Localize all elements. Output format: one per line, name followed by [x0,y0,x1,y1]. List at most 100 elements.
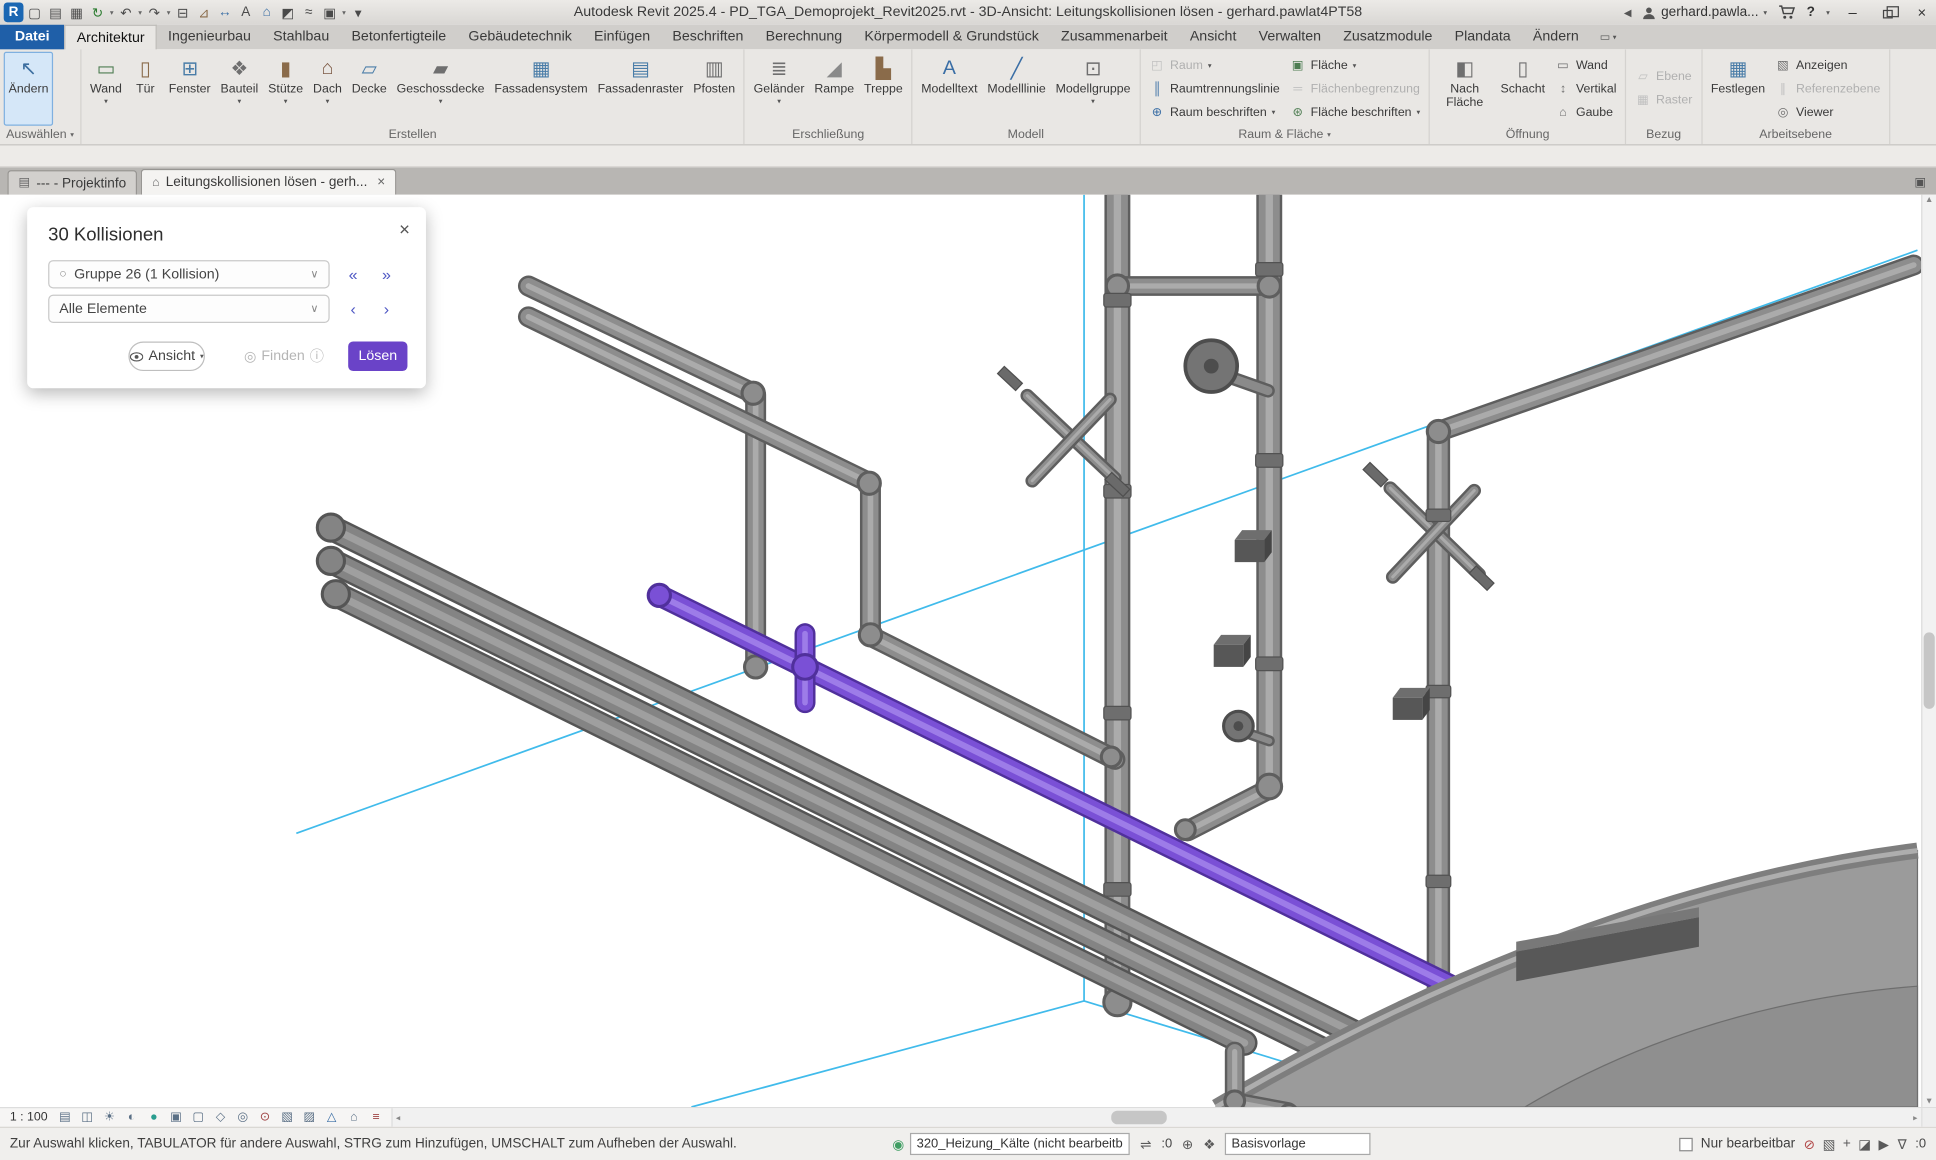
user-account-button[interactable]: gerhard.pawla... ▾ [1643,5,1768,20]
print-icon[interactable]: ⊟ [173,2,193,22]
qat-customize-icon[interactable]: ▾ [348,2,368,22]
pipe-coupling[interactable] [1426,875,1451,887]
ribbon-tab-berechnung[interactable]: Berechnung [754,25,853,50]
pipe-segment[interactable] [528,317,868,482]
ribbon-button-fassadensystem[interactable]: ▦Fassadensystem [489,52,592,126]
pipe-fitting[interactable] [745,656,767,678]
ribbon-button-vertikal[interactable]: ↕Vertikal [1553,78,1619,100]
vertical-scrollbar[interactable]: ▲ ▼ [1921,195,1936,1107]
temporary-view-properties-icon[interactable]: ▨ [300,1109,320,1126]
ribbon-button-wand[interactable]: ▭Wand [1553,54,1619,76]
restore-button[interactable] [1875,0,1898,25]
panel-label-raum-fläche[interactable]: Raum & Fläche▾ [1140,126,1429,144]
displacement-icon[interactable]: ⌂ [344,1109,364,1126]
collision-group-dropdown[interactable]: ○ Gruppe 26 (1 Kollision) ∨ [48,260,330,288]
ribbon-button-festlegen[interactable]: ▦Festlegen [1706,52,1770,126]
pipe-anchor-cube[interactable] [1235,530,1272,562]
ribbon-button-fläche[interactable]: ▣Fläche▾ [1287,54,1422,76]
ribbon-tab-datei[interactable]: Datei [0,25,64,50]
pipe-fitting[interactable] [1257,774,1282,799]
ribbon-button-decke[interactable]: ▱Decke [347,52,392,126]
find-button[interactable]: ◎ Finden ⓘ [242,341,326,371]
pipe-segment[interactable] [1188,789,1269,831]
previous-element-button[interactable]: ‹ [343,300,363,318]
crop-view-icon[interactable]: ▣ [166,1109,186,1126]
ribbon-button-geschossdecke[interactable]: ▰Geschossdecke▾ [392,52,490,126]
ribbon-tab-verwalten[interactable]: Verwalten [1248,25,1333,50]
ribbon-button-pfosten[interactable]: ▥Pfosten [688,52,740,126]
undo-icon[interactable]: ↶ [116,2,136,22]
select-by-face-icon[interactable]: ◪ [1858,1136,1871,1152]
panel-label-auswählen[interactable]: Auswählen▾ [0,126,80,144]
ribbon-button-ebene[interactable]: ▱Ebene [1633,66,1695,88]
redo-icon-caret[interactable]: ▾ [167,8,171,17]
save-icon[interactable]: ▦ [67,2,87,22]
globe-icon[interactable]: ⊕ [1182,1136,1193,1152]
pipe-fitting[interactable] [1175,820,1195,840]
sprinkler-paddle[interactable] [1363,462,1388,486]
pipe-coupling[interactable] [1256,263,1283,277]
ribbon-tab-körpermodell-grundstück[interactable]: Körpermodell & Grundstück [853,25,1050,50]
pipe-fitting[interactable] [1427,420,1449,442]
thin-lines-icon[interactable]: ≈ [299,2,319,22]
ribbon-tab-ingenieurbau[interactable]: Ingenieurbau [157,25,262,50]
ribbon-button-flächenbegrenzung[interactable]: ═Flächenbegrenzung [1287,78,1422,100]
next-element-button[interactable]: › [377,300,397,318]
ribbon-button-rampe[interactable]: ◢Rampe [809,52,859,126]
editing-requests-icon[interactable]: ⇌ [1140,1136,1151,1152]
temporary-hide-isolate-icon[interactable]: ◎ [233,1109,253,1126]
analytical-model-icon[interactable]: △ [322,1109,342,1126]
cart-icon[interactable] [1778,5,1795,20]
previous-group-button[interactable]: « [343,265,363,283]
new-file-icon[interactable]: ▢ [25,2,45,22]
close-button[interactable]: × [1910,0,1933,25]
minimize-button[interactable]: – [1841,0,1864,25]
help-button[interactable]: ? [1807,5,1815,20]
view-tab-leitungskollisionen-lösen-gerh[interactable]: ⌂Leitungskollisionen lösen - gerh...× [141,169,396,195]
close-tab-icon[interactable]: × [377,175,385,190]
ribbon-tab-plandata[interactable]: Plandata [1444,25,1522,50]
editable-only-checkbox[interactable] [1679,1137,1693,1151]
ribbon-button-wand[interactable]: ▭Wand▾ [85,52,127,126]
switch-windows-icon[interactable]: ▣ [320,2,340,22]
measure-icon[interactable]: ⊿ [194,2,214,22]
scroll-left-icon[interactable]: ◂ [396,1108,400,1126]
ribbon-button-fassadenraster[interactable]: ▤Fassadenraster [593,52,689,126]
panel-label-erschließung[interactable]: Erschließung [745,126,911,144]
panel-label-erstellen[interactable]: Erstellen [81,126,743,144]
pipe-fitting[interactable] [317,514,344,541]
ribbon-button-tür[interactable]: ▯Tür [127,52,164,126]
ribbon-button-modelltext[interactable]: AModelltext [916,52,982,126]
ribbon-button-anzeigen[interactable]: ▧Anzeigen [1772,54,1882,76]
ribbon-button-fenster[interactable]: ⊞Fenster [164,52,216,126]
pipe-fitting[interactable] [1101,747,1121,767]
horizontal-scroll-thumb[interactable] [1111,1111,1167,1125]
switch-windows-icon-caret[interactable]: ▾ [342,8,346,17]
pipe-fitting[interactable] [793,655,818,680]
help-caret-icon[interactable]: ▾ [1826,8,1830,17]
undo-icon-caret[interactable]: ▾ [138,8,142,17]
select-underlay-icon[interactable]: ▧ [1823,1136,1836,1152]
pipe-anchor-cube[interactable] [1393,688,1430,720]
pipe-segment[interactable] [870,636,1114,759]
pipe-segment[interactable] [1438,265,1913,431]
ribbon-tab-einfügen[interactable]: Einfügen [583,25,661,50]
ribbon-button-fläche-beschriften[interactable]: ⊛Fläche beschriften▾ [1287,101,1422,123]
pipe-fitting[interactable] [317,547,344,574]
ribbon-button-raumtrennungslinie[interactable]: ║Raumtrennungslinie [1147,78,1283,100]
text-icon[interactable]: A [236,2,256,22]
scroll-up-icon[interactable]: ▲ [1922,196,1936,205]
drag-on-selection-icon[interactable]: ▶ [1878,1136,1888,1152]
scale-button[interactable]: 1 : 100 [5,1111,53,1125]
pipe-coupling[interactable] [1104,883,1131,897]
panel-label-bezug[interactable]: Bezug [1626,126,1701,144]
lock-3d-view-icon[interactable]: ◇ [211,1109,231,1126]
worksharing-display-icon[interactable]: ▧ [277,1109,297,1126]
ribbon-tab-zusatzmodule[interactable]: Zusatzmodule [1332,25,1443,50]
ribbon-button-stütze[interactable]: ▮Stütze▾ [263,52,308,126]
ribbon-button-dach[interactable]: ⌂Dach▾ [308,52,347,126]
design-option-dropdown[interactable]: Basisvorlage [1225,1133,1371,1155]
ribbon-display-toggle[interactable]: ▭ ▾ [1600,25,1617,50]
ribbon-button-gaube[interactable]: ⌂Gaube [1553,101,1619,123]
view-tab-projektinfo[interactable]: ▤--- - Projektinfo [7,170,137,195]
